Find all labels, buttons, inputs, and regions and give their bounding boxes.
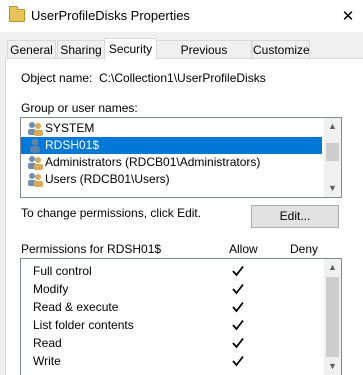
permission-row-read-execute: Read & execute xyxy=(21,298,322,316)
list-item-label: Administrators (RDCB01\Administrators) xyxy=(45,155,261,169)
checkmark-icon xyxy=(232,301,244,313)
permission-name: Modify xyxy=(33,282,69,296)
groups-label: Group or user names: xyxy=(21,101,138,115)
permission-row-list-folder-contents: List folder contents xyxy=(21,316,322,334)
checkmark-icon xyxy=(232,355,244,367)
users-group-icon xyxy=(28,156,43,170)
list-item-users[interactable]: Users (RDCB01\Users) xyxy=(21,171,322,188)
checkmark-icon xyxy=(232,337,244,349)
permission-row-write: Write xyxy=(21,352,322,370)
scroll-up-icon[interactable]: ▲ xyxy=(324,118,341,135)
object-name-value: C:\Collection1\UserProfileDisks xyxy=(99,71,266,85)
close-button[interactable]: ✕ xyxy=(333,0,363,32)
object-name-label: Object name: xyxy=(21,71,93,85)
permission-name: Read xyxy=(33,336,62,350)
scroll-thumb[interactable] xyxy=(326,143,339,161)
tab-customize[interactable]: Customize xyxy=(252,40,310,59)
change-permissions-text: To change permissions, click Edit. xyxy=(21,206,202,220)
permission-name: Read & execute xyxy=(33,300,119,314)
permission-name: Write xyxy=(33,354,61,368)
user-icon xyxy=(30,138,40,153)
list-item-label: SYSTEM xyxy=(45,121,95,135)
checkmark-icon xyxy=(232,319,244,331)
window-title: UserProfileDisks Properties xyxy=(31,8,190,23)
list-item-administrators[interactable]: Administrators (RDCB01\Administrators) xyxy=(21,154,322,171)
tab-strip: General Sharing Security Previous Versio… xyxy=(0,38,363,75)
scroll-up-icon[interactable]: ▲ xyxy=(324,259,341,276)
title-bar: UserProfileDisks Properties ✕ xyxy=(0,0,363,32)
list-item-label: Users (RDCB01\Users) xyxy=(45,172,170,186)
tab-previous-versions[interactable]: Previous Versions xyxy=(156,40,252,75)
permission-name: List folder contents xyxy=(33,318,134,332)
group-list-scrollbar[interactable]: ▲ ▼ xyxy=(324,118,341,197)
edit-button[interactable]: Edit... xyxy=(251,205,339,228)
scroll-down-icon[interactable]: ▼ xyxy=(324,180,341,197)
users-group-icon xyxy=(28,122,43,136)
folder-icon xyxy=(9,6,25,22)
list-item-rdsh01[interactable]: RDSH01$ xyxy=(21,137,322,154)
scroll-down-icon[interactable]: ▼ xyxy=(324,358,341,375)
permission-row-full-control: Full control xyxy=(21,262,322,280)
tab-security[interactable]: Security xyxy=(104,38,157,60)
deny-header: Deny xyxy=(290,242,319,256)
permissions-scrollbar[interactable]: ▲ ▼ xyxy=(324,259,341,375)
group-user-list[interactable]: SYSTEM RDSH01$ Administrators (RDCB01\Ad… xyxy=(20,117,342,198)
checkmark-icon xyxy=(232,265,244,277)
list-item-label: RDSH01$ xyxy=(45,138,100,152)
permission-name: Full control xyxy=(33,264,92,278)
tab-general[interactable]: General xyxy=(7,40,56,59)
users-group-icon xyxy=(28,173,43,187)
scroll-thumb[interactable] xyxy=(326,277,339,357)
permission-row-read: Read xyxy=(21,334,322,352)
checkmark-icon xyxy=(232,283,244,295)
permissions-label: Permissions for RDSH01$ xyxy=(21,242,162,256)
tab-sharing[interactable]: Sharing xyxy=(57,40,105,59)
permission-row-modify: Modify xyxy=(21,280,322,298)
allow-header: Allow xyxy=(229,242,258,256)
permissions-list: Full control Modify Read & execute List … xyxy=(20,258,342,375)
list-item-system[interactable]: SYSTEM xyxy=(21,120,322,137)
